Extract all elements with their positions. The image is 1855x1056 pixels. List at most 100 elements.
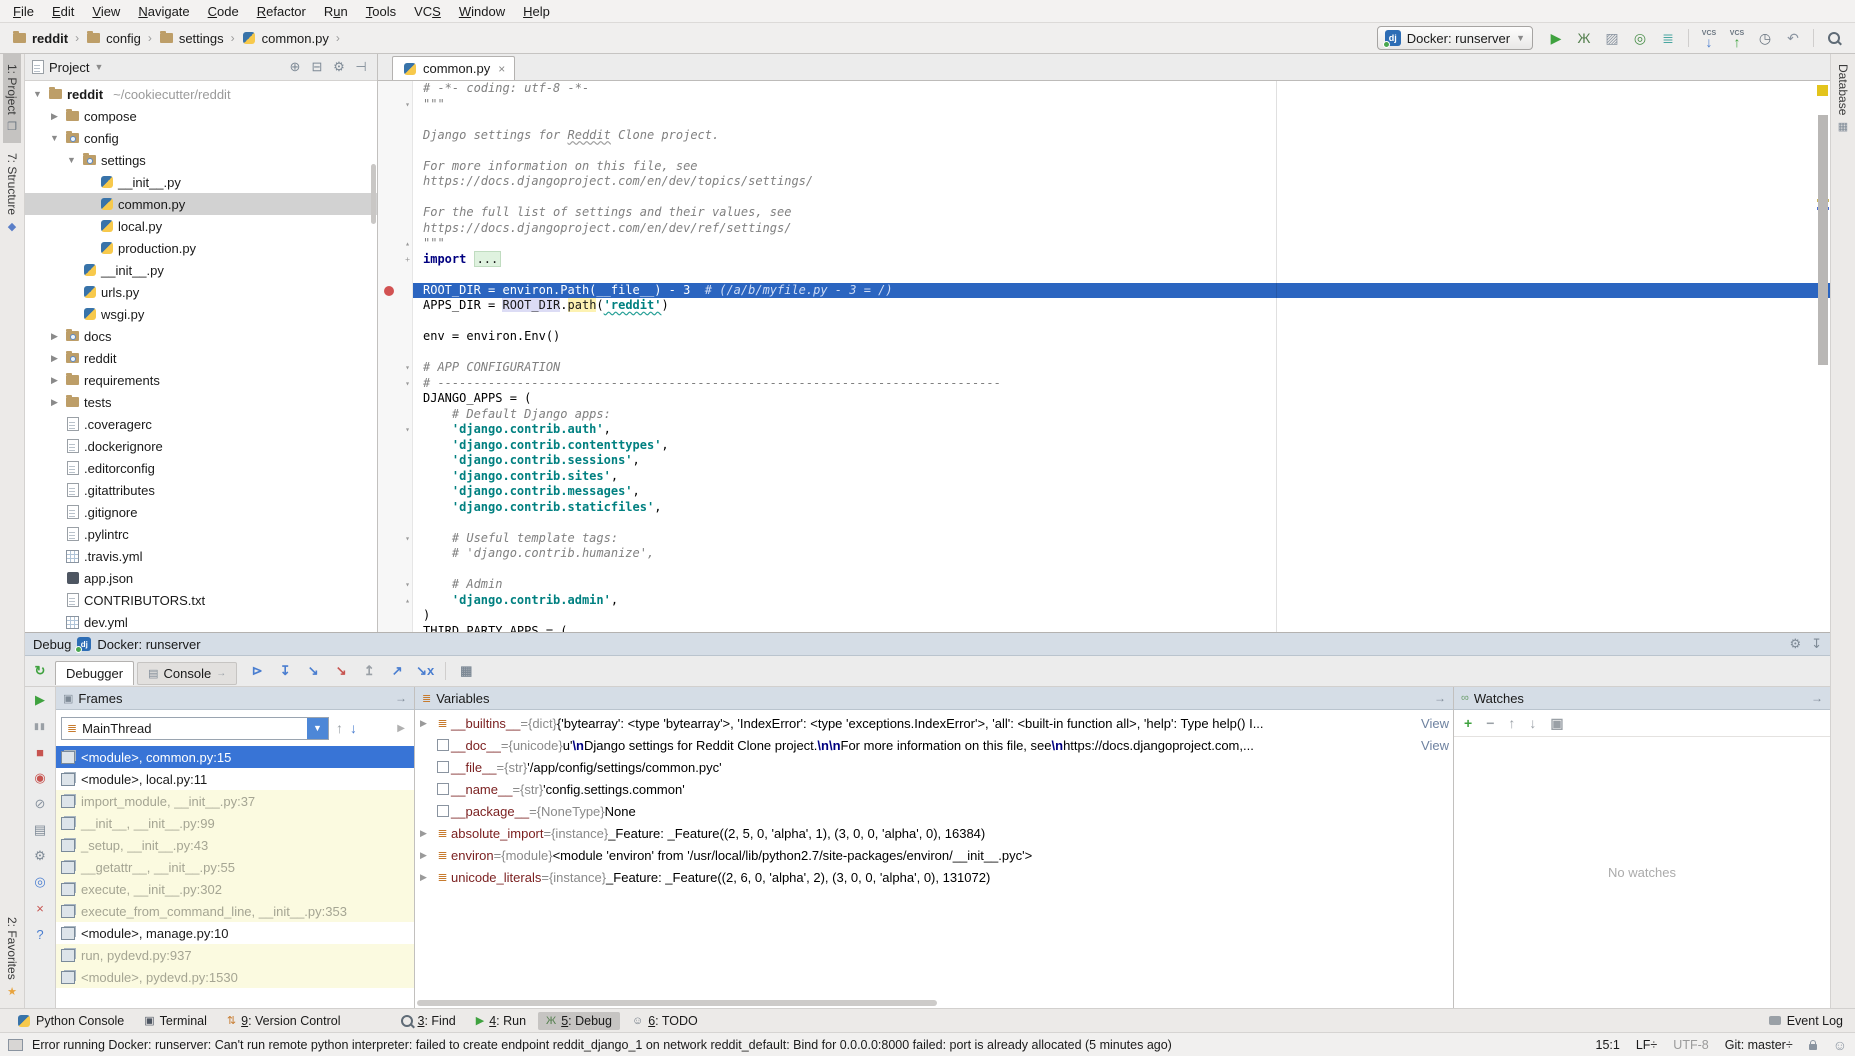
- view-breakpoints-button[interactable]: ◉: [29, 769, 51, 787]
- menu-help[interactable]: Help: [514, 3, 559, 20]
- remove-watch-button[interactable]: −: [1486, 715, 1494, 731]
- code-line-27[interactable]: 'django.contrib.messages',: [378, 484, 1830, 500]
- chevron-right-icon[interactable]: ▶: [48, 353, 61, 364]
- gutter[interactable]: [378, 221, 413, 237]
- caret-position[interactable]: 15:1: [1596, 1038, 1620, 1052]
- toolwindow-todo[interactable]: ☺6: TODO: [624, 1012, 706, 1030]
- code-line-10[interactable]: https://docs.djangoproject.com/en/dev/re…: [378, 221, 1830, 237]
- toolwindow-run[interactable]: ▶4: Run: [468, 1012, 534, 1030]
- variable-row[interactable]: ▶≣unicode_literals = {instance} _Feature…: [415, 866, 1453, 888]
- code-line-29[interactable]: [378, 515, 1830, 531]
- code-line-34[interactable]: ▴ 'django.contrib.admin',: [378, 593, 1830, 609]
- fold-marker[interactable]: ▴: [405, 593, 410, 609]
- add-watch-button[interactable]: +: [1464, 715, 1472, 731]
- breadcrumb-reddit[interactable]: reddit: [8, 31, 72, 46]
- mute-breakpoints-button[interactable]: ⊘: [29, 795, 51, 813]
- stack-frame[interactable]: run, pydevd.py:937: [56, 944, 414, 966]
- code-line-22[interactable]: # Default Django apps:: [378, 407, 1830, 423]
- tool-stripe-database[interactable]: Database▦: [1834, 54, 1852, 143]
- toolwindow-debug[interactable]: Ж5: Debug: [538, 1012, 620, 1030]
- move-down-button[interactable]: ↓: [1529, 715, 1536, 731]
- tree-item--gitattributes[interactable]: .gitattributes: [25, 479, 377, 501]
- horizontal-scrollbar[interactable]: [417, 1000, 937, 1006]
- stack-frame[interactable]: <module>, manage.py:10: [56, 922, 414, 944]
- coverage-button[interactable]: ▨: [1599, 27, 1625, 49]
- toggle-toolwindows-icon[interactable]: [8, 1039, 23, 1051]
- code-line-2[interactable]: ▾""": [378, 97, 1830, 113]
- code-line-31[interactable]: # 'django.contrib.humanize',: [378, 546, 1830, 562]
- fold-marker[interactable]: ▾: [405, 577, 410, 593]
- project-tree-scrollbar[interactable]: [371, 164, 376, 224]
- code-line-4[interactable]: Django settings for Reddit Clone project…: [378, 128, 1830, 144]
- stack-frame[interactable]: <module>, local.py:11: [56, 768, 414, 790]
- breakpoint-gutter[interactable]: [378, 283, 413, 299]
- gutter[interactable]: [378, 159, 413, 175]
- gutter[interactable]: [378, 81, 413, 97]
- code-line-5[interactable]: [378, 143, 1830, 159]
- tree-item-requirements[interactable]: ▶requirements: [25, 369, 377, 391]
- gutter[interactable]: +: [378, 252, 413, 268]
- tree-item-reddit[interactable]: ▶reddit: [25, 347, 377, 369]
- tree-item--pylintrc[interactable]: .pylintrc: [25, 523, 377, 545]
- menu-navigate[interactable]: Navigate: [129, 3, 198, 20]
- variable-row[interactable]: ▶≣absolute_import = {instance} _Feature:…: [415, 822, 1453, 844]
- tree-item-wsgi-py[interactable]: wsgi.py: [25, 303, 377, 325]
- run-to-cursor-button[interactable]: ↗: [385, 660, 409, 682]
- gutter[interactable]: [378, 112, 413, 128]
- gutter[interactable]: [378, 128, 413, 144]
- code-line-3[interactable]: [378, 112, 1830, 128]
- gutter[interactable]: ▾: [378, 97, 413, 113]
- stack-frame[interactable]: execute, __init__.py:302: [56, 878, 414, 900]
- variable-row[interactable]: __doc__ = {unicode} u'\nDjango settings …: [415, 734, 1453, 756]
- gutter[interactable]: ▾: [378, 360, 413, 376]
- run-dashboard-button[interactable]: ≣: [1655, 27, 1681, 49]
- vcs-commit-button[interactable]: VCS↑: [1724, 27, 1750, 49]
- tree-item--editorconfig[interactable]: .editorconfig: [25, 457, 377, 479]
- chevron-down-icon[interactable]: ▼: [48, 133, 61, 143]
- gutter[interactable]: [378, 484, 413, 500]
- fold-marker[interactable]: ▾: [405, 531, 410, 547]
- help-button[interactable]: ?: [29, 925, 51, 943]
- layout-settings-button[interactable]: ▦: [454, 660, 478, 682]
- gutter[interactable]: [378, 624, 413, 633]
- event-log-button[interactable]: Event Log: [1769, 1014, 1847, 1028]
- tree-item-config[interactable]: ▼config: [25, 127, 377, 149]
- code-line-16[interactable]: [378, 314, 1830, 330]
- fold-marker[interactable]: ▾: [405, 97, 410, 113]
- scrollbar-thumb[interactable]: [1818, 115, 1828, 365]
- code-line-8[interactable]: [378, 190, 1830, 206]
- code-line-9[interactable]: For the full list of settings and their …: [378, 205, 1830, 221]
- gutter[interactable]: [378, 500, 413, 516]
- gutter[interactable]: [378, 190, 413, 206]
- step-into-button[interactable]: ↘: [301, 660, 325, 682]
- code-line-32[interactable]: [378, 562, 1830, 578]
- gutter[interactable]: [378, 391, 413, 407]
- gutter[interactable]: [378, 314, 413, 330]
- restore-layout-button[interactable]: ▤: [29, 821, 51, 839]
- editor-scrollbar[interactable]: [1816, 81, 1830, 632]
- stack-frame[interactable]: <module>, pydevd.py:1530: [56, 966, 414, 988]
- tool-stripe-1-project[interactable]: 1: Project❐: [3, 54, 21, 143]
- tree-item-reddit[interactable]: ▼reddit~/cookiecutter/reddit: [25, 83, 377, 105]
- menu-file[interactable]: File: [4, 3, 43, 20]
- tree-item-app-json[interactable]: app.json: [25, 567, 377, 589]
- code-line-23[interactable]: ▾ 'django.contrib.auth',: [378, 422, 1830, 438]
- menu-vcs[interactable]: VCS: [405, 3, 450, 20]
- stop-button[interactable]: ■: [29, 743, 51, 761]
- fold-marker[interactable]: ▾: [405, 422, 410, 438]
- tool-stripe-7-structure[interactable]: 7: Structure◆: [3, 143, 21, 243]
- expander-icon[interactable]: ▶: [420, 850, 434, 861]
- profiler-button[interactable]: ◎: [1627, 27, 1653, 49]
- chevron-down-icon[interactable]: ▼: [94, 62, 103, 72]
- tree-item-local-py[interactable]: local.py: [25, 215, 377, 237]
- move-up-button[interactable]: ↑: [1508, 715, 1515, 731]
- gutter[interactable]: [378, 329, 413, 345]
- code-line-7[interactable]: https://docs.djangoproject.com/en/dev/to…: [378, 174, 1830, 190]
- gutter[interactable]: [378, 267, 413, 283]
- gutter[interactable]: ▴: [378, 236, 413, 252]
- gutter[interactable]: ▾: [378, 577, 413, 593]
- gutter[interactable]: [378, 469, 413, 485]
- gutter[interactable]: [378, 298, 413, 314]
- pin-button[interactable]: ◎: [29, 873, 51, 891]
- settings-button[interactable]: ⚙: [1789, 636, 1801, 652]
